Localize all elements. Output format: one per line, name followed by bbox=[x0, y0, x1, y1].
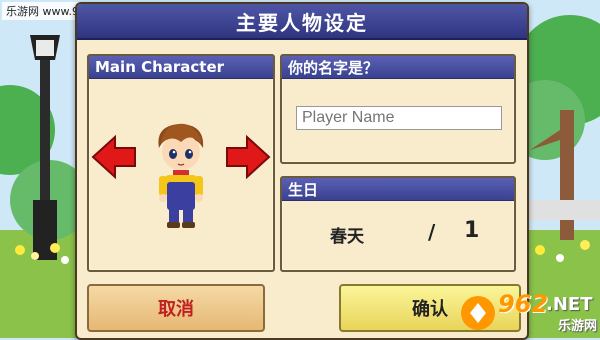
birthday-season[interactable]: 春天 bbox=[330, 222, 364, 247]
arrow-left-icon[interactable] bbox=[91, 134, 137, 180]
player-name-input[interactable] bbox=[296, 106, 502, 130]
logo-suffix: .NET bbox=[546, 294, 593, 315]
cancel-button[interactable]: 取消 bbox=[87, 284, 265, 332]
character-panel-header: Main Character bbox=[89, 56, 273, 79]
birthday-values: 春天 / 1 bbox=[282, 218, 514, 248]
birthday-day[interactable]: 1 bbox=[464, 218, 479, 243]
name-panel: 你的名字是？ bbox=[280, 54, 516, 164]
character-panel: Main Character bbox=[87, 54, 275, 272]
birthday-separator: / bbox=[428, 220, 436, 244]
character-setup-dialog: 主要人物设定 Main Character 你的名字是？ Player Name… bbox=[75, 2, 529, 340]
birthday-panel: 生日 春天 / 1 bbox=[280, 176, 516, 272]
character-avatar bbox=[158, 123, 204, 228]
arrow-right-icon[interactable] bbox=[225, 134, 271, 180]
dialog-title: 主要人物设定 bbox=[77, 4, 527, 40]
site-logo: 962 .NET 乐游网 bbox=[458, 290, 598, 334]
logo-subtitle: 乐游网 bbox=[558, 319, 598, 334]
logo-number: 962 bbox=[498, 290, 549, 318]
birthday-panel-header: 生日 bbox=[282, 178, 514, 201]
name-panel-header: 你的名字是？ bbox=[282, 56, 514, 79]
